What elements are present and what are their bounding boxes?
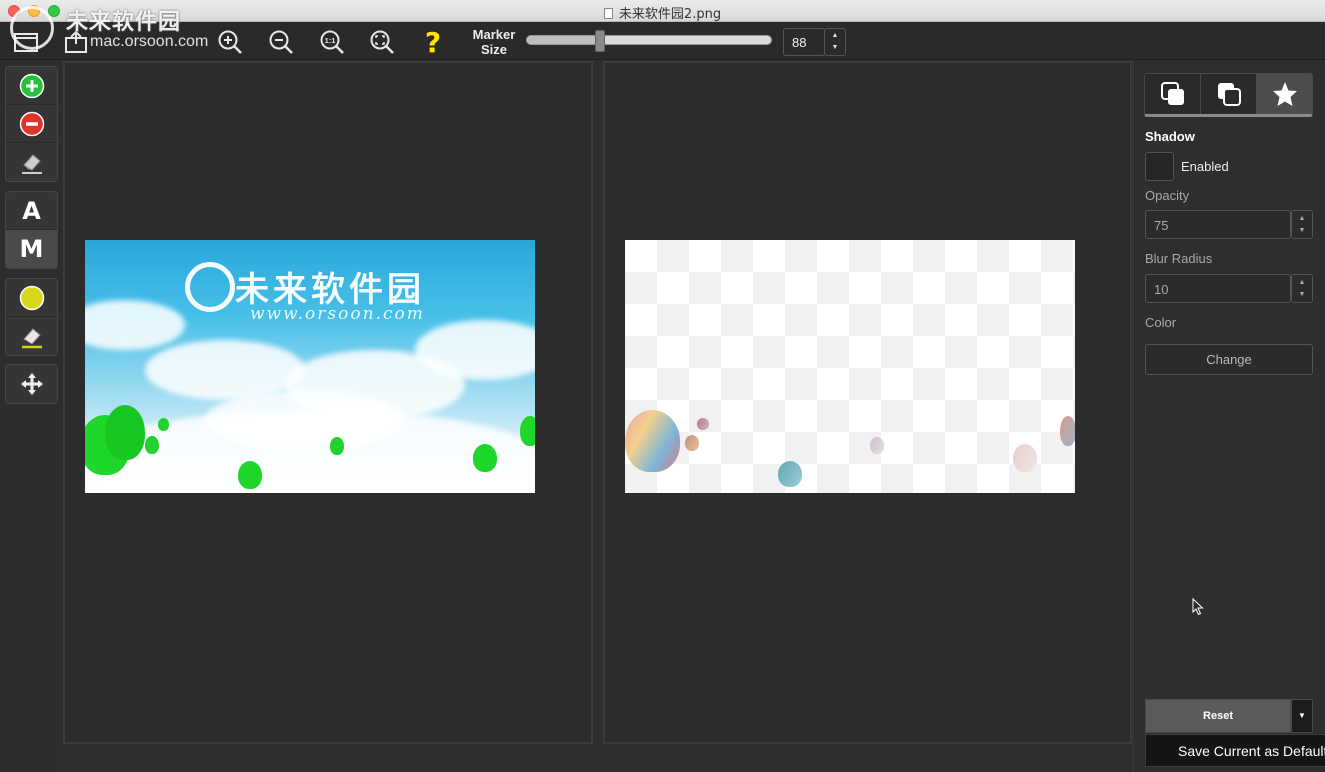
- eraser-icon: [21, 154, 42, 174]
- star-icon: [1272, 82, 1297, 106]
- add-marker-icon: [19, 73, 44, 98]
- hair-eraser-icon: [21, 328, 42, 349]
- actual-size-glyph: 1:1: [325, 36, 336, 45]
- marker-size-field[interactable]: 88: [783, 28, 825, 56]
- move-icon: [20, 373, 43, 395]
- marker-size-stepper[interactable]: ▲ ▼: [824, 28, 846, 56]
- document-icon: [603, 8, 613, 19]
- hair-tool-group: [5, 278, 58, 356]
- hair-marker-tool[interactable]: [6, 279, 57, 317]
- shadow-section-title: Shadow: [1145, 129, 1195, 144]
- original-image[interactable]: 未来软件园 www.orsoon.com: [85, 240, 535, 493]
- hair-marker-icon: [19, 285, 44, 310]
- blur-radius-field[interactable]: 10: [1145, 274, 1291, 303]
- reset-dropdown-button[interactable]: ▼: [1291, 699, 1313, 733]
- foreground-tab[interactable]: [1145, 74, 1201, 114]
- window-title-container: 未来软件园2.png: [0, 3, 1325, 22]
- manual-mode-tool[interactable]: M: [6, 230, 57, 268]
- app-window: 未来软件园2.png 1:1 ? Marker Size 88 ▲ ▼ 未来软件…: [0, 0, 1325, 772]
- actual-size-icon[interactable]: 1:1: [318, 28, 346, 56]
- marker-label-line2: Size: [480, 42, 507, 57]
- image-watermark-url: www.orsoon.com: [250, 304, 425, 324]
- blur-radius-label: Blur Radius: [1145, 251, 1213, 266]
- color-label: Color: [1145, 315, 1177, 330]
- marker-label-line1: Marker: [472, 27, 516, 42]
- blur-radius-stepper[interactable]: ▲ ▼: [1291, 274, 1313, 303]
- remove-marker-tool[interactable]: [6, 105, 57, 143]
- marker-size-label: Marker Size: [466, 27, 522, 57]
- help-glyph: ?: [424, 25, 442, 59]
- original-image-panel[interactable]: 未来软件园 www.orsoon.com: [63, 61, 593, 744]
- add-marker-tool[interactable]: [6, 67, 57, 105]
- foreground-layers-icon: [1160, 82, 1184, 105]
- inspector-panel: Shadow Enabled Opacity 75 ▲ ▼ Blur Radius…: [1133, 61, 1325, 772]
- zoom-in-icon[interactable]: [216, 28, 244, 56]
- marker-size-slider[interactable]: [526, 30, 772, 52]
- remove-marker-icon: [19, 111, 44, 136]
- background-tab[interactable]: [1201, 74, 1257, 114]
- tool-sidebar: A M: [0, 61, 62, 772]
- window-title: 未来软件园2.png: [618, 7, 722, 22]
- marker-tool-group: [5, 66, 58, 182]
- save-default-menu-item[interactable]: Save Current as Default: [1145, 734, 1325, 767]
- move-tool[interactable]: [6, 365, 57, 403]
- opacity-label: Opacity: [1145, 188, 1190, 203]
- inspector-tabs: [1144, 73, 1313, 117]
- main-toolbar: 1:1 ? Marker Size 88 ▲ ▼: [0, 22, 1325, 60]
- shadow-enabled-checkbox[interactable]: [1145, 152, 1174, 181]
- save-icon[interactable]: [62, 28, 90, 56]
- open-icon[interactable]: [12, 28, 40, 56]
- reset-button[interactable]: Reset: [1145, 699, 1291, 733]
- slider-thumb[interactable]: [595, 30, 605, 52]
- shadow-enabled-label: Enabled: [1181, 159, 1229, 174]
- mouse-pointer-icon: [1192, 598, 1204, 616]
- effects-tab[interactable]: [1257, 74, 1312, 114]
- zoom-out-icon[interactable]: [267, 28, 295, 56]
- help-icon[interactable]: ?: [419, 25, 447, 59]
- opacity-stepper[interactable]: ▲ ▼: [1291, 210, 1313, 239]
- result-image[interactable]: [625, 240, 1075, 493]
- opacity-field[interactable]: 75: [1145, 210, 1291, 239]
- auto-mode-tool[interactable]: A: [6, 192, 57, 230]
- eraser-tool[interactable]: [6, 143, 57, 181]
- move-tool-group: [5, 364, 58, 404]
- change-color-button[interactable]: Change: [1145, 344, 1313, 375]
- image-watermark-logo: [185, 262, 235, 312]
- result-image-panel[interactable]: [603, 61, 1132, 744]
- slider-fill: [527, 36, 600, 44]
- hair-eraser-tool[interactable]: [6, 317, 57, 355]
- mode-tool-group: A M: [5, 191, 58, 269]
- fit-icon[interactable]: [368, 28, 396, 56]
- background-layers-icon: [1217, 83, 1241, 106]
- title-bar: 未来软件园2.png: [0, 0, 1325, 22]
